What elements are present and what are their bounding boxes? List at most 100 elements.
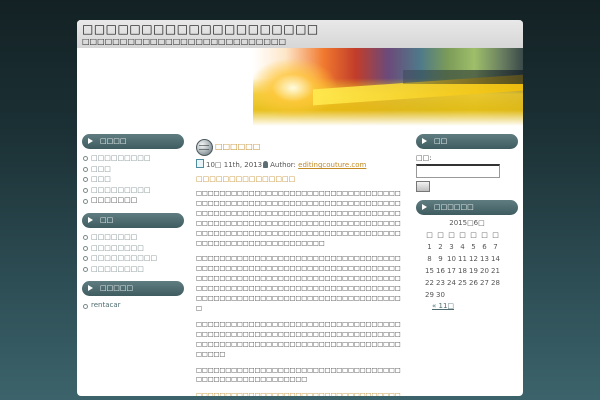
calendar-day: 8 — [427, 255, 432, 263]
calendar-day: 25 — [458, 279, 467, 287]
calendar-weekday: □ — [470, 231, 477, 239]
calendar-day: 14 — [491, 255, 500, 263]
right-sidebar: □□ □□: □□□□□□ 2015□6□ □ □ □ □ □ □ □ 1 2 … — [416, 134, 518, 310]
list-item[interactable]: □□□□□□□□□ — [82, 153, 184, 164]
calendar-day — [457, 289, 468, 301]
post-paragraph: □□□□□□□□□□□□□□□□□□□□□□□□□□□□□□□□□□□□□□□□… — [196, 255, 401, 312]
calendar-day: 1 — [427, 243, 432, 251]
widget-title-pages: □□□□ — [82, 134, 184, 149]
calendar-day: 23 — [436, 279, 445, 287]
site-header: □□□□□□□□□□□□□□□□□□□□ □□□□□□□□□□□□□□□□□□□… — [77, 20, 523, 126]
list-item[interactable]: rentacar — [82, 300, 184, 311]
arrow-right-icon — [88, 138, 93, 144]
list-item[interactable]: □□□ — [82, 174, 184, 185]
calendar-day: 29 — [425, 291, 434, 299]
calendar-day: 5 — [471, 243, 476, 251]
widget-title-label: □□□□□□ — [434, 203, 474, 211]
search-input[interactable] — [416, 164, 500, 178]
post-paragraph-link[interactable]: □□□□□□□□□□□□□□□□□□□□□□□□□□□□□□□□□□□□□□□□… — [196, 391, 402, 396]
post-paragraph: □□□□□□□□□□□□□□□□□□□□□□□□□□□□□□□□□□□□□□□□… — [196, 366, 401, 384]
list-item[interactable]: □□□□□□□□□□ — [82, 253, 184, 264]
calendar-week: 22 23 24 25 26 27 28 — [424, 277, 501, 289]
post-paragraph: □□□□□□□□□□□□□□□□□□□□□□□□□□□□□□□□□□□□□□□□… — [196, 190, 401, 247]
calendar-week: 15 16 17 18 19 20 21 — [424, 265, 501, 277]
post-paragraph: □□□□□□□□□□□□□□□□□□□□□□□□□□□□□□□□□□□□□□□□… — [196, 320, 401, 358]
calendar-weekday: □ — [426, 231, 433, 239]
page-container: □□□□□□□□□□□□□□□□□□□□ □□□□□□□□□□□□□□□□□□□… — [77, 20, 523, 396]
calendar-day: 13 — [480, 255, 489, 263]
site-title[interactable]: □□□□□□□□□□□□□□□□□□□□ — [82, 22, 319, 36]
calendar-icon — [196, 159, 204, 168]
list-item[interactable]: □□□ — [82, 164, 184, 175]
categories-list: □□□□□□□ □□□□□□□□ □□□□□□□□□□ □□□□□□□□ — [82, 232, 184, 274]
calendar-weekday-row: □ □ □ □ □ □ □ — [424, 229, 501, 241]
post-header: □□□□□□ — [196, 139, 402, 156]
calendar-day: 7 — [493, 243, 498, 251]
widget-title-label: □□□□□ — [100, 284, 134, 293]
calendar-day: 4 — [460, 243, 465, 251]
calendar-day — [479, 289, 490, 301]
calendar-weekday: □ — [448, 231, 455, 239]
post-title[interactable]: □□□□□□ — [215, 142, 260, 151]
calendar-day: 27 — [480, 279, 489, 287]
list-item[interactable]: □□□□□□□ — [82, 232, 184, 243]
calendar-day: 19 — [469, 267, 478, 275]
calendar-day: 26 — [469, 279, 478, 287]
widget-title-categories: □□ — [82, 212, 184, 228]
calendar-day: 15 — [425, 267, 434, 275]
widget-title-search: □□ — [416, 134, 518, 149]
globe-icon — [196, 139, 213, 156]
calendar-day — [446, 289, 457, 301]
calendar-day: 9 — [438, 255, 443, 263]
widget-title-label: □□□□ — [100, 137, 127, 145]
calendar-day: 17 — [447, 267, 456, 275]
calendar-day: 20 — [480, 267, 489, 275]
calendar-day: 3 — [449, 243, 454, 251]
banner-shadow — [403, 70, 523, 84]
calendar-week: 29 30 — [424, 289, 501, 301]
search-button[interactable] — [416, 181, 430, 192]
calendar-day: 10 — [447, 255, 456, 263]
links-list: rentacar — [82, 300, 184, 311]
calendar-day — [490, 289, 501, 301]
calendar-day: 30 — [436, 291, 445, 299]
pages-list: □□□□□□□□□ □□□ □□□ □□□□□□□□□ □□□□□□□ — [82, 153, 184, 206]
calendar-day: 12 — [469, 255, 478, 263]
calendar-prev-link[interactable]: « 11□ — [432, 302, 518, 310]
calendar-day: 22 — [425, 279, 434, 287]
calendar-day: 21 — [491, 267, 500, 275]
calendar-day: 24 — [447, 279, 456, 287]
search-label: □□: — [416, 154, 432, 162]
calendar-week: 1 2 3 4 5 6 7 — [424, 241, 501, 253]
widget-title-calendar: □□□□□□ — [416, 200, 518, 215]
calendar-day: 18 — [458, 267, 467, 275]
calendar-day: 28 — [491, 279, 500, 287]
calendar-caption: 2015□6□ — [449, 219, 485, 227]
calendar-week: 8 9 10 11 12 13 14 — [424, 253, 501, 265]
calendar-day — [468, 289, 479, 301]
calendar-day: 16 — [436, 267, 445, 275]
calendar-table: □ □ □ □ □ □ □ 1 2 3 4 5 6 7 8 9 10 11 12… — [424, 229, 501, 301]
author-icon — [263, 161, 269, 168]
widget-title-label: □□ — [434, 137, 448, 145]
calendar-weekday: □ — [481, 231, 488, 239]
list-item[interactable]: □□□□□□□ — [82, 195, 184, 206]
calendar-day: 6 — [482, 243, 487, 251]
widget-title-links: □□□□□ — [82, 281, 184, 297]
list-item[interactable]: □□□□□□□□ — [82, 264, 184, 275]
arrow-right-icon — [88, 285, 93, 292]
calendar-weekday: □ — [437, 231, 444, 239]
list-item[interactable]: □□□□□□□□ — [82, 243, 184, 254]
left-sidebar: □□□□ □□□□□□□□□ □□□ □□□ □□□□□□□□□ □□□□□□□… — [82, 134, 184, 318]
main-content: □□□□□□ 10□ 11th, 2013 Author: editingcout… — [196, 139, 402, 396]
arrow-right-icon — [422, 138, 427, 144]
author-link[interactable]: editingcouture.com — [298, 161, 366, 169]
list-item[interactable]: □□□□□□□□□ — [82, 185, 184, 196]
arrow-right-icon — [88, 216, 93, 223]
widget-title-label: □□ — [100, 215, 114, 224]
arrow-right-icon — [422, 204, 427, 210]
post-lead-link[interactable]: □□□□□□□□□□□□□□□ — [196, 175, 402, 183]
calendar-weekday: □ — [459, 231, 466, 239]
author-label: Author: — [270, 161, 296, 169]
calendar-weekday: □ — [492, 231, 499, 239]
